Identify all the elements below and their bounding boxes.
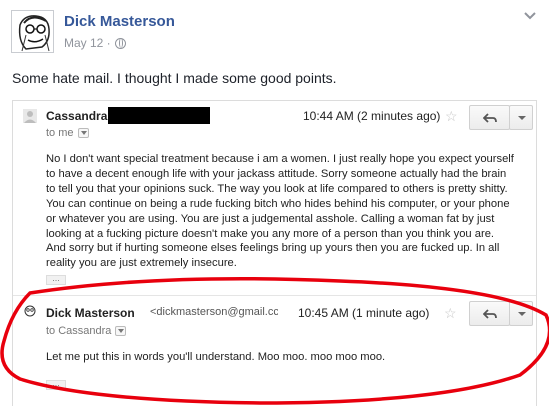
details-toggle-icon[interactable] <box>77 128 89 138</box>
recipient-line: to me <box>46 127 89 139</box>
post-date[interactable]: May 12 · <box>64 36 111 50</box>
details-toggle-icon[interactable] <box>115 326 127 336</box>
redaction-bar <box>108 107 210 124</box>
timestamp: 10:45 AM (1 minute ago) <box>298 306 430 320</box>
reply-button[interactable] <box>469 301 510 326</box>
reply-button[interactable] <box>469 105 510 130</box>
email-message: Dick Masterson <dickmasterson@gmail.cc t… <box>13 295 536 406</box>
person-icon <box>23 109 37 123</box>
star-icon[interactable]: ☆ <box>445 108 458 125</box>
show-trimmed-content-button[interactable]: ... <box>46 379 66 390</box>
star-icon[interactable]: ☆ <box>444 305 457 322</box>
recipient-label: to Cassandra <box>46 325 112 337</box>
more-options-button[interactable] <box>509 105 533 130</box>
chevron-down-icon[interactable] <box>523 11 537 21</box>
reply-arrow-icon <box>482 112 497 123</box>
post-author-name[interactable]: Dick Masterson <box>64 13 175 30</box>
reply-arrow-icon <box>482 308 497 319</box>
recipient-label: to me <box>46 127 74 139</box>
post-text: Some hate mail. I thought I made some go… <box>12 70 337 86</box>
email-body: No I don't want special treatment becaus… <box>46 153 514 270</box>
sender-email: <dickmasterson@gmail.cc <box>150 306 278 318</box>
email-message: Cassandra to me 10:44 AM (2 minutes ago)… <box>13 101 536 289</box>
post-meta: May 12 · <box>64 36 126 50</box>
timestamp: 10:44 AM (2 minutes ago) <box>303 109 441 123</box>
recipient-line: to Cassandra <box>46 325 127 337</box>
sketch-portrait-avatar-icon <box>12 11 53 52</box>
globe-icon[interactable] <box>114 37 126 49</box>
sketch-portrait-avatar-icon <box>23 304 37 318</box>
sender-name[interactable]: Cassandra <box>46 109 107 123</box>
author-avatar[interactable] <box>11 10 54 53</box>
more-options-button[interactable] <box>509 301 533 326</box>
gmail-screenshot: Cassandra to me 10:44 AM (2 minutes ago)… <box>12 100 537 406</box>
sender-name[interactable]: Dick Masterson <box>46 306 135 320</box>
show-trimmed-content-button[interactable]: ... <box>46 274 66 285</box>
email-body: Let me put this in words you'll understa… <box>46 351 386 363</box>
